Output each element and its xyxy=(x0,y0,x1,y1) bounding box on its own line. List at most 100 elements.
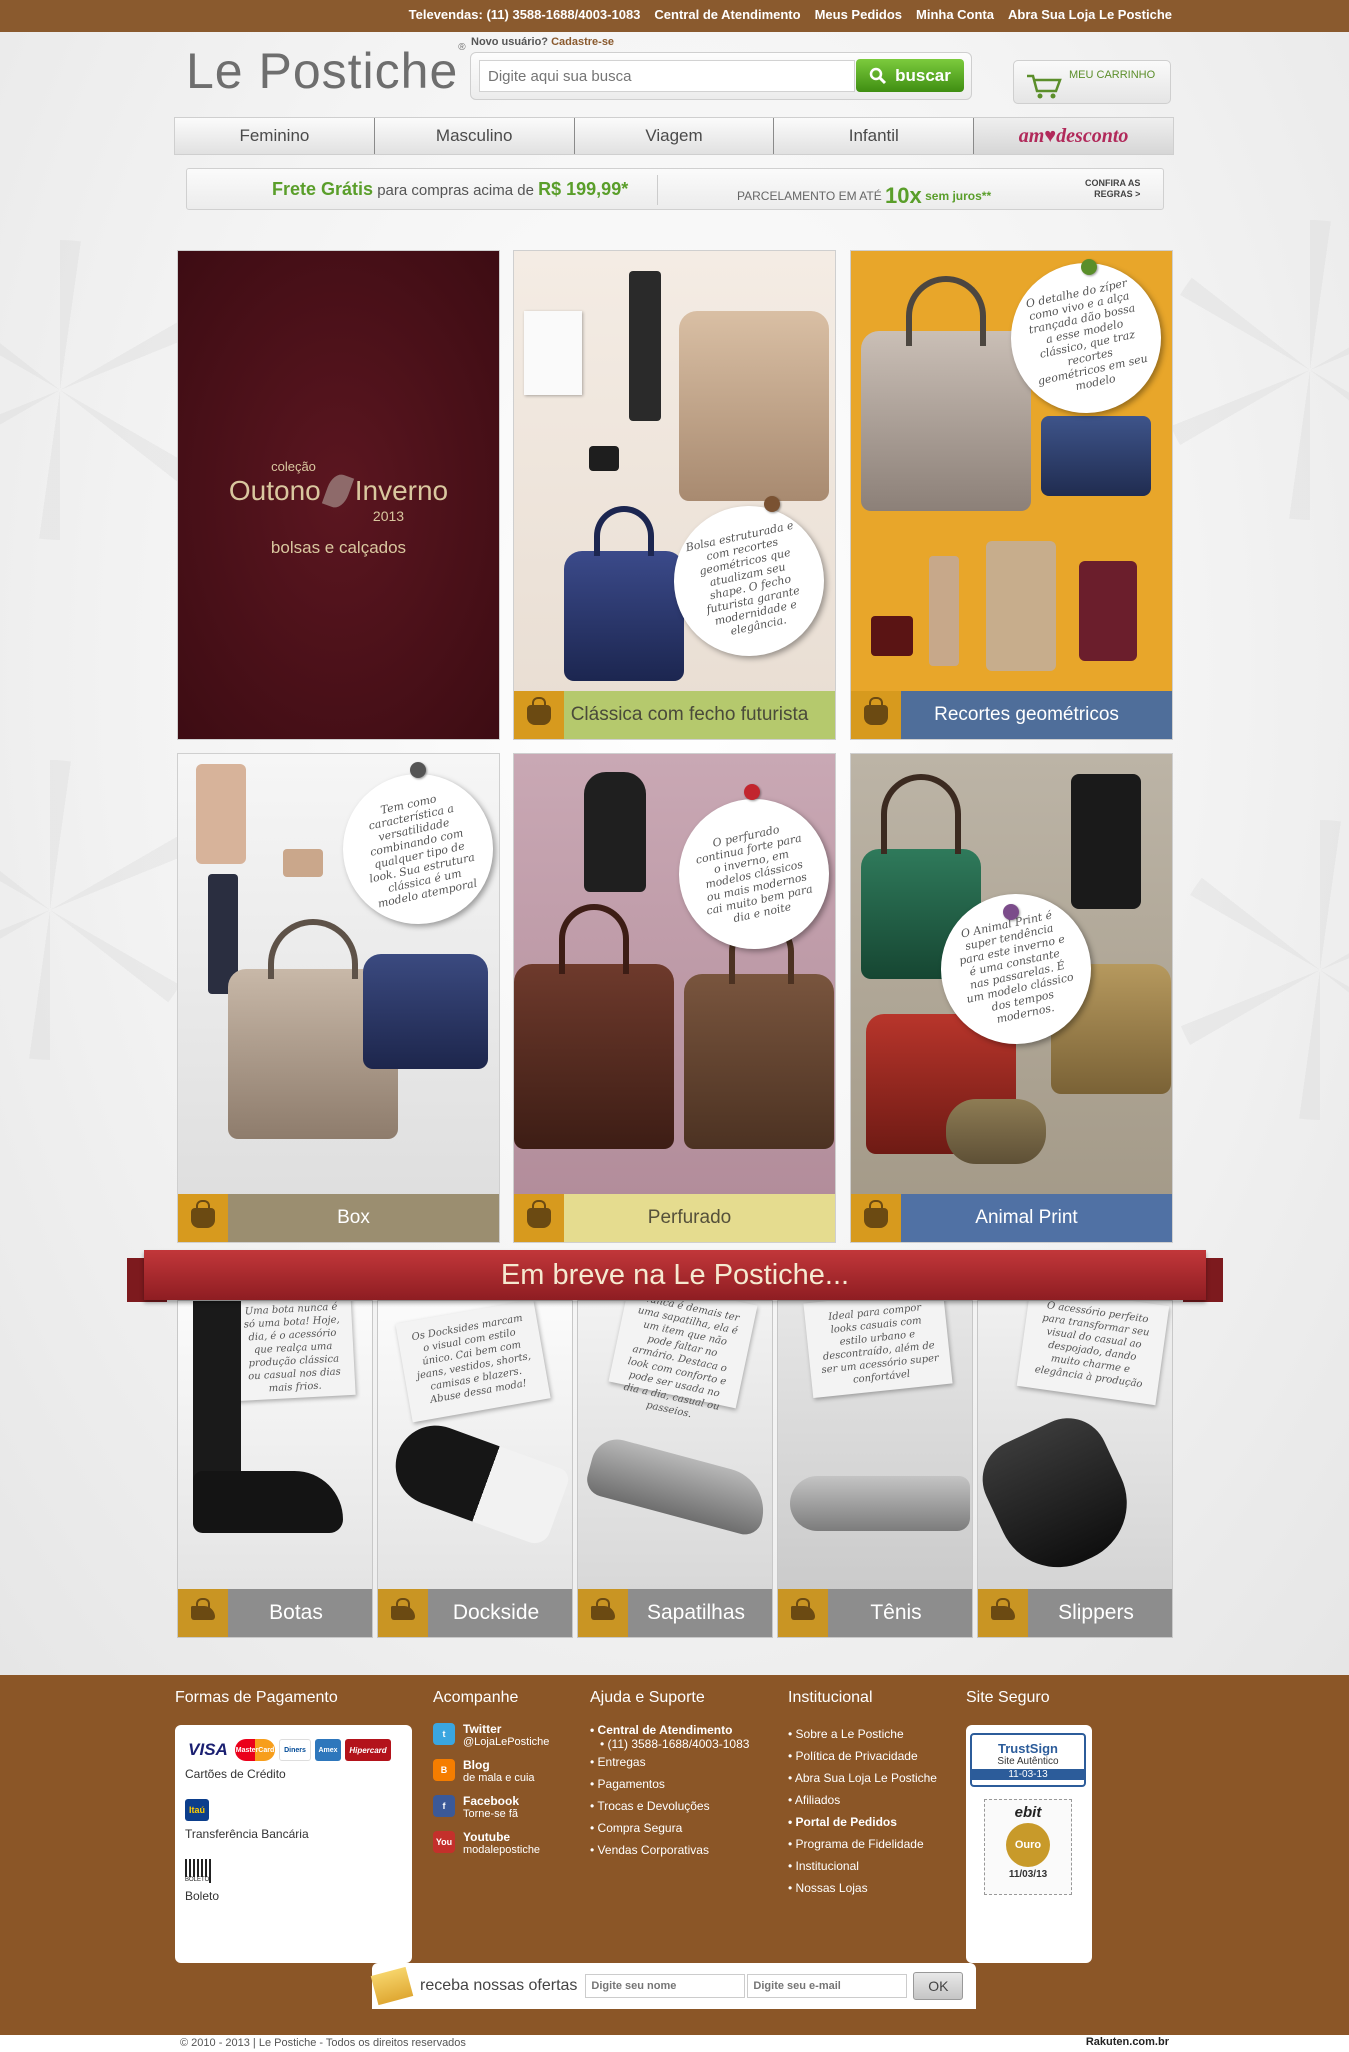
bag-icon xyxy=(178,1194,228,1242)
meus-pedidos-link[interactable]: Meus Pedidos xyxy=(815,7,902,22)
newsletter-name-input[interactable] xyxy=(585,1974,746,1998)
newsletter-submit-button[interactable]: OK xyxy=(913,1972,964,2000)
inst-link[interactable]: Política de Privacidade xyxy=(788,1745,937,1767)
shoe-caption-label: Sapatilhas xyxy=(646,1601,746,1624)
inst-link[interactable]: Nossas Lojas xyxy=(788,1877,937,1899)
trustsign-seal[interactable]: TrustSign Site Autêntico 11-03-13 xyxy=(970,1733,1086,1787)
leaf-icon xyxy=(321,471,354,511)
bottom-bar: © 2010 - 2013 | Le Postiche - Todos os d… xyxy=(0,2035,1349,2052)
product-tile-box[interactable]: Tem como característica a versatilidade … xyxy=(177,753,500,1243)
product-tile-recortes[interactable]: O detalhe do zíper como vivo e a alça tr… xyxy=(850,250,1173,740)
shoe-icon xyxy=(578,1589,628,1637)
installments-value: 10x xyxy=(885,183,922,208)
product-tile-animal-print[interactable]: O Animal Print é super tendência para es… xyxy=(850,753,1173,1243)
help-phone: (11) 3588-1688/4003-1083 xyxy=(600,1737,750,1751)
shoe-caption: Tênis xyxy=(778,1589,972,1637)
social-youtube[interactable]: You Youtube modalepostiche xyxy=(433,1831,549,1857)
central-atendimento-link[interactable]: Central de Atendimento xyxy=(654,7,800,22)
nav-item-feminino[interactable]: Feminino xyxy=(175,118,375,154)
product-note-text: O detalhe do zíper como vivo e a alça tr… xyxy=(1024,276,1149,394)
boleto-label: Boleto xyxy=(185,1889,220,1903)
help-link[interactable]: Compra Segura xyxy=(590,1817,749,1839)
inst-link[interactable]: Sobre a Le Postiche xyxy=(788,1723,937,1745)
handbag-handle xyxy=(594,506,654,556)
inst-link[interactable]: Abra Sua Loja Le Postiche xyxy=(788,1767,937,1789)
free-shipping-promo: Frete Grátis para compras acima de R$ 19… xyxy=(272,179,628,200)
search-button[interactable]: buscar xyxy=(856,59,964,92)
pin-icon xyxy=(410,762,426,778)
dockside-shoe-image xyxy=(384,1414,572,1548)
coming-soon-title: Em breve na Le Postiche... xyxy=(500,1258,850,1291)
follow-column: Acompanhe t Twitter @LojaLePostiche B Blo… xyxy=(433,1689,549,1867)
minha-conta-link[interactable]: Minha Conta xyxy=(916,7,994,22)
youtube-icon: You xyxy=(433,1831,455,1853)
ebit-seal[interactable]: ebit Ouro 11/03/13 xyxy=(984,1799,1072,1895)
shoe-icon xyxy=(178,1589,228,1637)
handbag-handle xyxy=(268,919,358,979)
signup-link[interactable]: Cadastre-se xyxy=(551,36,614,48)
credit-card-label: Cartões de Crédito xyxy=(185,1767,286,1781)
ebit-medal-icon: Ouro xyxy=(1006,1823,1050,1867)
tile-caption: Clássica com fecho futurista xyxy=(514,691,835,739)
visa-icon: VISA xyxy=(185,1739,231,1761)
amex-icon: Amex xyxy=(315,1739,341,1761)
facebook-icon: f xyxy=(433,1795,455,1817)
newsletter-email-input[interactable] xyxy=(747,1974,908,1998)
nav-item-am-desconto[interactable]: am♥desconto xyxy=(974,118,1173,154)
search-input[interactable] xyxy=(479,60,855,92)
tile-caption-label: Clássica com fecho futurista xyxy=(570,704,809,725)
product-tile-classica[interactable]: Bolsa estruturada e com recortes geométr… xyxy=(513,250,836,740)
televendas-link[interactable]: Televendas: (11) 3588-1688/4003-1083 xyxy=(409,7,641,22)
product-note: Bolsa estruturada e com recortes geométr… xyxy=(660,492,835,670)
site-logo[interactable]: Le Postiche® xyxy=(186,42,467,100)
nav-item-viagem[interactable]: Viagem xyxy=(575,118,775,154)
coming-soon-dockside[interactable]: Os Docksides marcam o visual com estilo … xyxy=(377,1300,573,1638)
social-twitter[interactable]: t Twitter @LojaLePostiche xyxy=(433,1723,549,1749)
product-note: Tem como característica a versatilidade … xyxy=(329,760,499,938)
abra-sua-loja-link[interactable]: Abra Sua Loja Le Postiche xyxy=(1008,7,1172,22)
inst-link[interactable]: Afiliados xyxy=(788,1789,937,1811)
inst-link[interactable]: Portal de Pedidos xyxy=(788,1811,937,1833)
help-link[interactable]: Pagamentos xyxy=(590,1773,749,1795)
help-link[interactable]: Trocas e Devoluções xyxy=(590,1795,749,1817)
nav-item-infantil[interactable]: Infantil xyxy=(774,118,975,154)
coming-soon-tenis[interactable]: Ideal para compor looks casuais com esti… xyxy=(777,1300,973,1638)
payment-box: VISA MasterCard Diners Amex Hipercard Ca… xyxy=(175,1725,412,1963)
tile-caption: Perfurado xyxy=(514,1194,835,1242)
nav-item-masculino[interactable]: Masculino xyxy=(375,118,575,154)
help-link[interactable]: Vendas Corporativas xyxy=(590,1839,749,1861)
shirt-image xyxy=(1079,561,1137,661)
help-column: Ajuda e Suporte Central de Atendimento (… xyxy=(590,1689,749,1861)
payment-title: Formas de Pagamento xyxy=(175,1689,338,1706)
main-nav: Feminino Masculino Viagem Infantil am♥de… xyxy=(174,117,1174,155)
bag-icon xyxy=(851,1194,901,1242)
shoe-caption-label: Slippers xyxy=(1058,1601,1134,1624)
clutch-snake-image xyxy=(946,1099,1046,1164)
inst-link[interactable]: Institucional xyxy=(788,1855,937,1877)
rules-line-2: REGRAS > xyxy=(1094,189,1141,199)
social-facebook[interactable]: f Facebook Torne-se fã xyxy=(433,1795,549,1821)
product-tile-perfurado[interactable]: O perfurado continua forte para o invern… xyxy=(513,753,836,1243)
shoe-image xyxy=(283,849,323,877)
bag-icon xyxy=(514,1194,564,1242)
shoe-caption: Dockside xyxy=(378,1589,572,1637)
rules-link[interactable]: CONFIRA AS REGRAS > xyxy=(1085,178,1140,200)
hipercard-icon: Hipercard xyxy=(345,1739,391,1761)
handbag-handle xyxy=(906,276,986,346)
ebit-level: Ouro xyxy=(1014,1839,1042,1851)
coming-soon-sapatilhas[interactable]: Nunca é demais ter uma sapatilha, ela é … xyxy=(577,1300,773,1638)
social-blog[interactable]: B Blog de mala e cuia xyxy=(433,1759,549,1785)
inst-link[interactable]: Programa de Fidelidade xyxy=(788,1833,937,1855)
cart-button[interactable]: MEU CARRINHO xyxy=(1013,60,1171,104)
trustsign-name: TrustSign xyxy=(998,1741,1058,1756)
collection-banner[interactable]: coleção Outono Inverno 2013 bolsas e cal… xyxy=(177,250,500,740)
follow-title: Acompanhe xyxy=(433,1689,519,1706)
help-link-central[interactable]: Central de Atendimento xyxy=(590,1723,749,1737)
coming-soon-botas[interactable]: Uma bota nunca é só uma bota! Hoje, dia,… xyxy=(177,1300,373,1638)
help-link[interactable]: Entregas xyxy=(590,1751,749,1773)
snowflake-decoration xyxy=(1170,820,1349,1120)
coming-soon-slippers[interactable]: O acessório perfeito para transformar se… xyxy=(977,1300,1173,1638)
collection-title: coleção Outono Inverno 2013 bolsas e cal… xyxy=(178,459,499,558)
tile-caption: Recortes geométricos xyxy=(851,691,1172,739)
rakuten-link[interactable]: Rakuten.com.br xyxy=(1086,2036,1169,2048)
